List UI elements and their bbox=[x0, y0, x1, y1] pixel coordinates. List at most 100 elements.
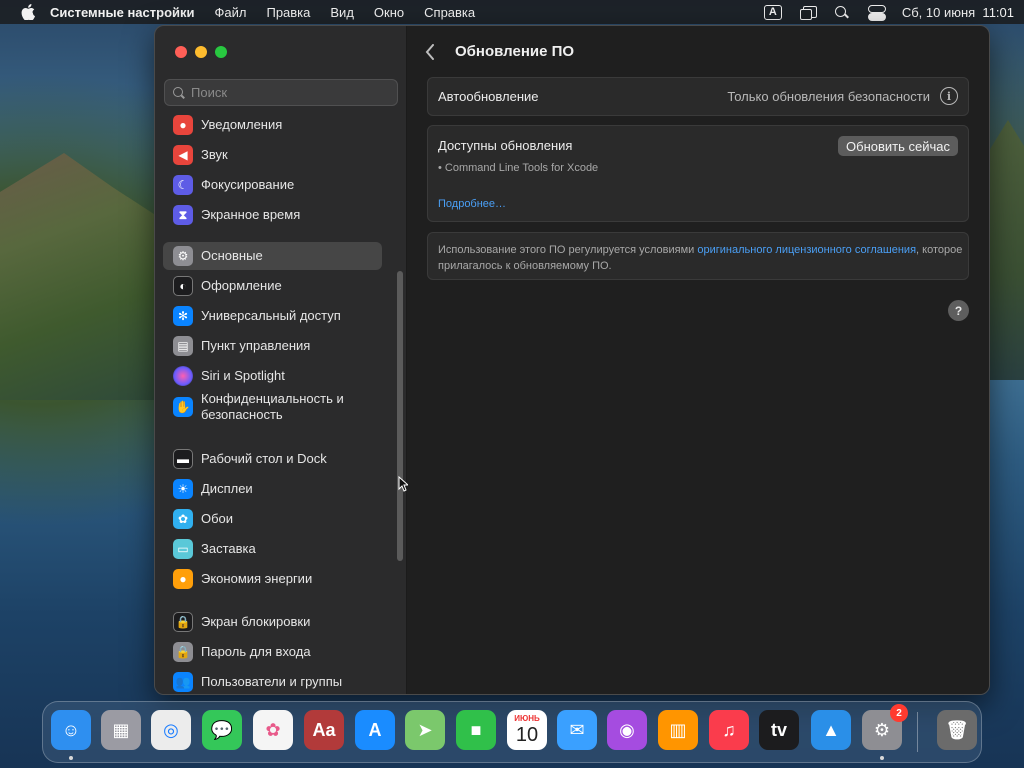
tv-icon[interactable]: tv bbox=[759, 710, 799, 750]
menu-edit[interactable]: Правка bbox=[266, 5, 310, 20]
app-store-icon[interactable]: A bbox=[355, 710, 395, 750]
calendar-day-label: 10 bbox=[515, 724, 539, 746]
menu-window[interactable]: Окно bbox=[374, 5, 404, 20]
sidebar-item-label: Экранное время bbox=[201, 207, 301, 222]
spotlight-search-icon[interactable] bbox=[834, 5, 850, 19]
content-pane: Обновление ПО Автообновление Только обно… bbox=[407, 26, 989, 694]
apple-menu-icon[interactable] bbox=[20, 4, 36, 21]
search-input[interactable] bbox=[191, 85, 381, 100]
dictionary-glyph: Aa bbox=[312, 719, 336, 740]
sidebar-item-screen-time[interactable]: ⧗ Экранное время bbox=[163, 201, 382, 229]
sidebar-item-label: Экономия энергии bbox=[201, 571, 313, 586]
close-window-button[interactable] bbox=[175, 46, 187, 58]
sidebar-item-accessibility[interactable]: ✻ Универсальный доступ bbox=[163, 302, 382, 330]
auto-update-value: Только обновления безопасности bbox=[727, 89, 930, 104]
menu-file[interactable]: Файл bbox=[215, 5, 247, 20]
sidebar-item-label: Заставка bbox=[201, 541, 256, 556]
mouse-cursor-icon bbox=[398, 476, 408, 492]
more-info-link[interactable]: Подробнее… bbox=[438, 198, 506, 210]
input-source-indicator[interactable]: A bbox=[763, 4, 782, 20]
sidebar: ● Уведомления ◀ Звук ☾ Фокусирование ⧗ Э… bbox=[155, 26, 407, 694]
sidebar-item-label: Siri и Spotlight bbox=[201, 368, 285, 383]
sidebar-scrollbar[interactable] bbox=[397, 271, 403, 561]
zoom-window-button[interactable] bbox=[215, 46, 227, 58]
calendar-icon[interactable]: ИЮНЬ 10 bbox=[507, 710, 547, 750]
menu-view[interactable]: Вид bbox=[330, 5, 354, 20]
sidebar-item-desktop-dock[interactable]: ▬ Рабочий стол и Dock bbox=[163, 445, 382, 473]
sidebar-item-label: Пользователи и группы bbox=[201, 674, 343, 689]
system-settings-icon[interactable]: ⚙ 2 bbox=[862, 704, 908, 750]
facetime-glyph: ■ bbox=[470, 719, 482, 740]
sidebar-item-focus[interactable]: ☾ Фокусирование bbox=[163, 171, 382, 199]
speaker-icon: ◀ bbox=[173, 145, 193, 165]
menu-help[interactable]: Справка bbox=[424, 5, 475, 20]
search-icon bbox=[173, 86, 185, 99]
books-icon[interactable]: ▥ bbox=[658, 710, 698, 750]
calendar-month-label: ИЮНЬ bbox=[514, 714, 540, 723]
auto-update-row: Автообновление Только обновления безопас… bbox=[427, 77, 969, 116]
sidebar-item-label: Экран блокировки bbox=[201, 614, 311, 629]
help-button[interactable]: ? bbox=[948, 300, 969, 321]
minimize-window-button[interactable] bbox=[195, 46, 207, 58]
messages-icon[interactable]: 💬 bbox=[202, 710, 242, 750]
system-settings-glyph: ⚙ bbox=[873, 719, 891, 740]
sidebar-search[interactable] bbox=[164, 79, 398, 106]
finder-icon[interactable]: ☺ bbox=[51, 710, 91, 750]
tv-glyph: tv bbox=[770, 719, 787, 740]
sidebar-item-siri-spotlight[interactable]: Siri и Spotlight bbox=[163, 362, 382, 390]
sidebar-item-control-center[interactable]: ▤ Пункт управления bbox=[163, 332, 382, 360]
bulb-icon: ● bbox=[173, 569, 193, 589]
photos-glyph: ✿ bbox=[265, 719, 281, 740]
launchpad-icon[interactable]: ▦ bbox=[101, 710, 141, 750]
keynote-icon[interactable]: ▲ bbox=[811, 710, 851, 750]
music-icon[interactable]: ♫ bbox=[709, 710, 749, 750]
sidebar-item-label: Оформление bbox=[201, 278, 282, 293]
sidebar-item-label: Дисплеи bbox=[201, 481, 253, 496]
facetime-icon[interactable]: ■ bbox=[456, 710, 496, 750]
stage-manager-icon[interactable] bbox=[799, 5, 817, 20]
update-package-item: • Command Line Tools for Xcode bbox=[438, 162, 599, 174]
app-store-glyph: A bbox=[368, 719, 382, 740]
update-now-button[interactable]: Обновить сейчас bbox=[838, 136, 958, 156]
license-link[interactable]: оригинального лицензионного соглашения bbox=[697, 244, 916, 256]
sidebar-item-sound[interactable]: ◀ Звук bbox=[163, 141, 382, 169]
screensaver-icon: ▭ bbox=[173, 539, 193, 559]
siri-icon bbox=[173, 366, 193, 386]
sidebar-item-label: Уведомления bbox=[201, 117, 283, 132]
sidebar-item-general[interactable]: ⚙ Основные bbox=[163, 242, 382, 270]
sidebar-item-label: Обои bbox=[201, 511, 234, 526]
menu-app-name[interactable]: Системные настройки bbox=[50, 5, 195, 20]
control-center-icon: ▤ bbox=[173, 336, 193, 356]
sidebar-item-label: Универсальный доступ bbox=[201, 308, 341, 323]
back-button[interactable] bbox=[425, 44, 439, 60]
moon-icon: ☾ bbox=[173, 175, 193, 195]
sidebar-item-displays[interactable]: ☀ Дисплеи bbox=[163, 475, 382, 503]
sidebar-item-appearance[interactable]: ◐ Оформление bbox=[163, 272, 382, 300]
sidebar-item-privacy-security[interactable]: ✋ Конфиденциальность и безопасность bbox=[163, 388, 382, 426]
control-center-icon[interactable] bbox=[867, 5, 886, 21]
music-glyph: ♫ bbox=[722, 719, 736, 740]
maps-icon[interactable]: ➤ bbox=[405, 710, 445, 750]
safari-icon[interactable]: ◎ bbox=[151, 710, 191, 750]
page-title: Обновление ПО bbox=[455, 43, 575, 60]
menubar-clock[interactable]: Сб, 10 июня 11:01 bbox=[902, 5, 1014, 20]
hourglass-icon: ⧗ bbox=[173, 205, 193, 225]
sidebar-item-login-password[interactable]: 🔒 Пароль для входа bbox=[163, 638, 382, 666]
mail-icon[interactable]: ✉ bbox=[557, 710, 597, 750]
photos-icon[interactable]: ✿ bbox=[253, 710, 293, 750]
dictionary-icon[interactable]: Aa bbox=[304, 710, 344, 750]
sidebar-item-wallpaper[interactable]: ✿ Обои bbox=[163, 505, 382, 533]
info-icon[interactable]: i bbox=[940, 87, 958, 105]
wallpaper-mountain-left bbox=[0, 153, 160, 400]
podcasts-icon[interactable]: ◉ bbox=[607, 710, 647, 750]
books-glyph: ▥ bbox=[669, 719, 687, 740]
sidebar-item-screensaver[interactable]: ▭ Заставка bbox=[163, 535, 382, 563]
trash-icon[interactable]: 🗑 bbox=[937, 710, 977, 750]
podcasts-glyph: ◉ bbox=[619, 719, 635, 740]
sidebar-item-energy-saver[interactable]: ● Экономия энергии bbox=[163, 565, 382, 593]
updates-available-card: Доступны обновления • Command Line Tools… bbox=[427, 125, 969, 222]
sidebar-item-notifications[interactable]: ● Уведомления bbox=[163, 111, 382, 139]
sidebar-item-users-groups[interactable]: 👥 Пользователи и группы bbox=[163, 668, 382, 694]
sidebar-item-lock-screen[interactable]: 🔒 Экран блокировки bbox=[163, 608, 382, 636]
maps-glyph: ➤ bbox=[417, 719, 433, 740]
